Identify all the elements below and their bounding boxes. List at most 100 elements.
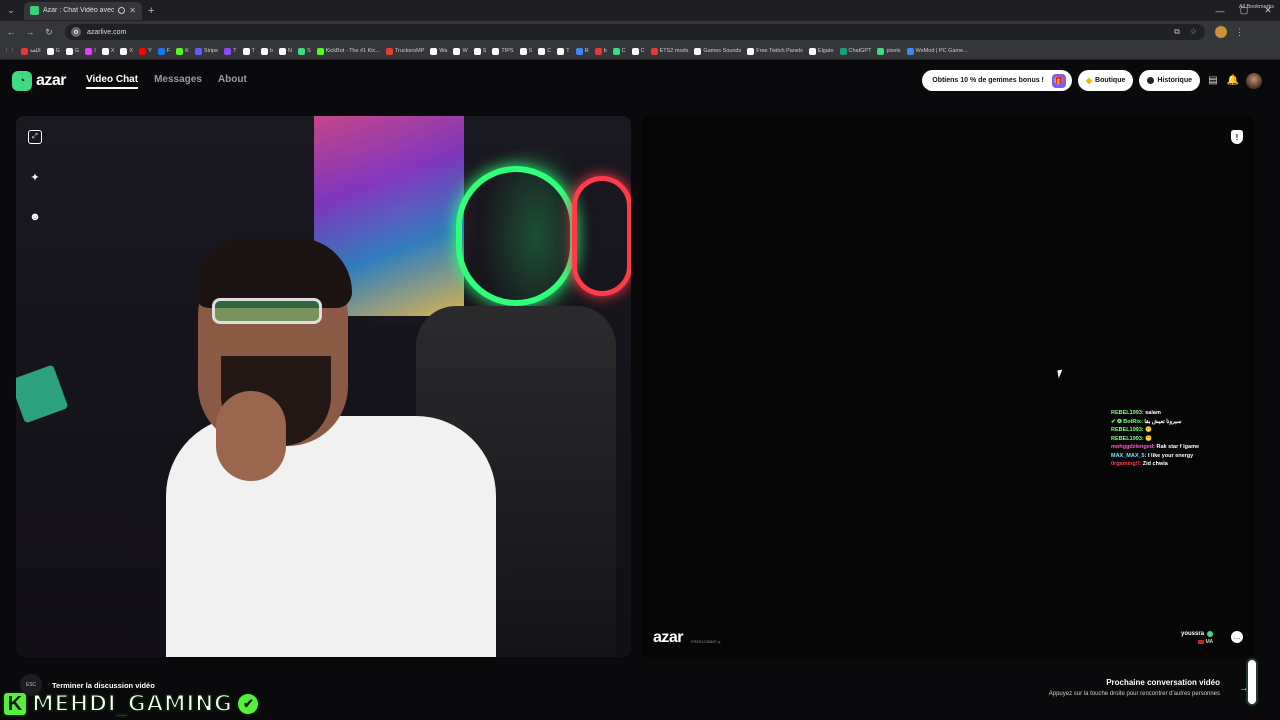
bookmark-item[interactable]: C bbox=[538, 47, 551, 55]
partner-video: ! REBEL1993: salam ✔ ❂ BotRix: سيرونا تعي… bbox=[641, 116, 1255, 657]
bookmark-item[interactable]: pixels bbox=[877, 47, 901, 55]
bookmark-item[interactable]: KickBot - The #1 Kic... bbox=[316, 47, 380, 55]
bookmark-item[interactable]: G bbox=[65, 47, 80, 55]
browser-tab-azar[interactable]: Azar : Chat Vidéo avec de ✕ bbox=[24, 1, 142, 20]
site-info-icon[interactable]: ⚙ bbox=[71, 27, 81, 37]
bookmark-label: G bbox=[74, 48, 80, 54]
shop-label: Boutique bbox=[1095, 77, 1126, 84]
bookmark-item[interactable]: C bbox=[612, 47, 626, 55]
azar-logo-text: azar bbox=[36, 72, 67, 89]
nav-about[interactable]: About bbox=[218, 74, 247, 89]
bookmark-item[interactable]: I bbox=[85, 47, 96, 55]
nav-messages[interactable]: Messages bbox=[154, 74, 202, 89]
chat-text: سيرونا تعيش بقا bbox=[1144, 418, 1182, 425]
bookmark-item[interactable]: Free Twitch Panels bbox=[747, 47, 803, 55]
bookmark-label: TIPS bbox=[501, 48, 514, 54]
expand-icon[interactable]: ⤢ bbox=[28, 130, 42, 144]
bookmark-label: Y bbox=[148, 48, 152, 54]
address-bar[interactable]: ⚙ azarlive.com ⧉ ☆ bbox=[65, 24, 1205, 40]
bookmark-item[interactable]: TruckersMP bbox=[385, 47, 424, 55]
bookmark-favicon-icon bbox=[157, 47, 165, 55]
bookmark-item[interactable]: S bbox=[297, 47, 311, 55]
bookmark-item[interactable]: G bbox=[46, 47, 60, 55]
back-icon[interactable]: ← bbox=[3, 27, 19, 37]
bookmark-favicon-icon bbox=[85, 47, 93, 55]
chat-bubble-icon[interactable]: … bbox=[1231, 631, 1243, 643]
azar-header: ◔ azar Video Chat Messages About Obtiens… bbox=[0, 60, 1280, 102]
verified-badge-icon bbox=[1207, 631, 1213, 637]
bookmark-favicon-icon bbox=[278, 47, 286, 55]
history-button[interactable]: Historique bbox=[1139, 70, 1200, 91]
streamer-name-overlay: K MEHDI_GAMING ✔ bbox=[2, 690, 261, 718]
bookmark-star-icon[interactable]: ☆ bbox=[1190, 27, 1197, 37]
bookmark-label: T bbox=[566, 48, 570, 54]
bookmark-item[interactable]: S bbox=[519, 47, 533, 55]
chat-username: REBEL1993: bbox=[1111, 427, 1144, 433]
bookmark-item[interactable]: اللغة bbox=[21, 47, 41, 55]
bookmark-label: Elgato bbox=[817, 48, 834, 54]
bookmark-item[interactable]: C bbox=[631, 47, 645, 55]
recording-indicator-icon bbox=[118, 7, 126, 14]
notification-bell-icon[interactable]: 🔔 bbox=[1226, 74, 1240, 88]
bookmark-item[interactable]: b bbox=[594, 47, 607, 55]
bookmark-item[interactable]: ETS2 mods bbox=[650, 47, 688, 55]
bookmark-item[interactable]: ChatGPT bbox=[839, 47, 871, 55]
person-hand bbox=[216, 391, 286, 481]
bookmark-item[interactable]: T bbox=[242, 47, 255, 55]
tab-search-icon[interactable]: ⌄ bbox=[2, 2, 20, 20]
all-bookmarks-button[interactable]: All Bookmarks bbox=[1239, 4, 1274, 10]
reload-icon[interactable]: ↻ bbox=[41, 27, 57, 38]
azar-logo[interactable]: ◔ azar bbox=[12, 71, 67, 91]
browser-menu-icon[interactable]: ⋮ bbox=[1235, 27, 1244, 38]
user-avatar[interactable] bbox=[1246, 72, 1262, 89]
install-app-icon[interactable]: ⧉ bbox=[1174, 27, 1180, 37]
bookmark-item[interactable]: Wa bbox=[430, 47, 447, 55]
forward-icon[interactable]: → bbox=[22, 27, 38, 37]
bookmark-item[interactable]: X bbox=[120, 47, 133, 55]
bookmark-label: Free Twitch Panels bbox=[756, 48, 803, 54]
stream-chat-overlay: REBEL1993: salam ✔ ❂ BotRix: سيرونا تعيش … bbox=[1111, 410, 1199, 467]
bookmark-item[interactable]: R bbox=[575, 47, 589, 55]
tab-title: Azar : Chat Vidéo avec de bbox=[43, 7, 115, 14]
bookmark-label: S bbox=[306, 48, 311, 54]
apps-icon[interactable]: ⋮⋮ bbox=[4, 48, 15, 54]
bookmark-item[interactable]: X bbox=[101, 47, 114, 55]
bookmark-label: KickBot - The #1 Kic... bbox=[325, 48, 380, 54]
bookmark-item[interactable]: N bbox=[278, 47, 292, 55]
bookmark-item[interactable]: WeMod | PC Game... bbox=[906, 47, 968, 55]
report-shield-icon[interactable]: ! bbox=[1231, 130, 1243, 144]
bookmark-label: T bbox=[251, 48, 255, 54]
profile-icon[interactable] bbox=[1215, 26, 1227, 38]
face-filter-icon[interactable]: ☻ bbox=[28, 210, 42, 224]
bookmark-label: S bbox=[528, 48, 533, 54]
bookmark-label: C bbox=[640, 48, 645, 54]
bookmark-item[interactable]: TIPS bbox=[492, 47, 514, 55]
bookmark-item[interactable]: W bbox=[453, 47, 468, 55]
side-panel-handle[interactable] bbox=[1246, 658, 1258, 706]
bookmark-item[interactable]: Y bbox=[139, 47, 152, 55]
gem-bonus-promo-button[interactable]: Obtiens 10 % de gemmes bonus ! 🎁 bbox=[922, 70, 1072, 91]
bookmark-item[interactable]: F bbox=[157, 47, 170, 55]
bookmark-item[interactable]: Games Sounds bbox=[694, 47, 741, 55]
bookmark-item[interactable]: S bbox=[473, 47, 487, 55]
bookmark-item[interactable]: K bbox=[176, 47, 189, 55]
partner-info[interactable]: youssra MA bbox=[1181, 631, 1213, 645]
bookmark-item[interactable]: T bbox=[557, 47, 570, 55]
bookmark-favicon-icon bbox=[492, 47, 500, 55]
nav-video-chat[interactable]: Video Chat bbox=[86, 74, 139, 89]
bookmark-item[interactable]: Stripe bbox=[194, 47, 218, 55]
minimize-icon[interactable]: — bbox=[1208, 6, 1232, 16]
bookmark-item[interactable]: Elgato bbox=[808, 47, 834, 55]
bookmark-favicon-icon bbox=[65, 47, 73, 55]
bookmark-item[interactable]: T bbox=[224, 47, 237, 55]
bookmark-item[interactable]: b bbox=[260, 47, 273, 55]
bookmark-label: S bbox=[482, 48, 487, 54]
person-glasses bbox=[212, 298, 322, 324]
partner-country-code: MA bbox=[1205, 639, 1214, 645]
inbox-icon[interactable]: ▤ bbox=[1206, 74, 1220, 88]
magic-wand-icon[interactable]: ✦ bbox=[28, 170, 42, 184]
close-tab-icon[interactable]: ✕ bbox=[129, 6, 136, 15]
self-video: ⤢ ✦ ☻ bbox=[16, 116, 631, 657]
shop-button[interactable]: ◆ Boutique bbox=[1077, 70, 1134, 91]
new-tab-button[interactable]: + bbox=[148, 5, 154, 17]
